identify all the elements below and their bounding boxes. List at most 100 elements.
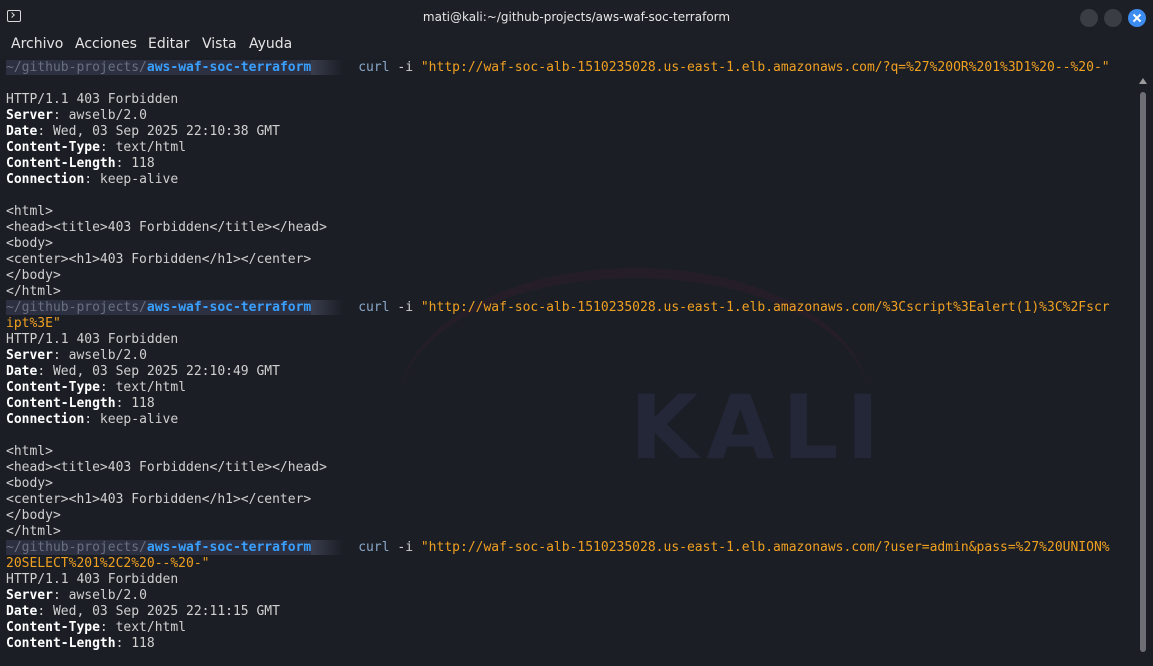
header-value: Wed, 03 Sep 2025 22:10:49 GMT (45, 364, 280, 379)
window-title: mati@kali:~/github-projects/aws-waf-soc-… (422, 10, 731, 24)
response-body-line: </body> (6, 268, 61, 284)
response-header-line: Content-Length: 118 (6, 396, 155, 411)
prompt-path: ~/github-projects/ (6, 540, 147, 555)
header-value: Wed, 03 Sep 2025 22:11:15 GMT (45, 604, 280, 619)
response-header-line: Date: Wed, 03 Sep 2025 22:10:49 GMT (6, 364, 280, 379)
close-button[interactable] (1128, 9, 1146, 27)
header-key: Content-Length (6, 156, 116, 171)
menu-archivo[interactable]: Archivo (11, 36, 63, 52)
status-text: HTTP/1.1 403 Forbidden (6, 92, 179, 107)
body-text: <html> (6, 444, 53, 459)
response-header-line: Content-Length: 118 (6, 156, 155, 171)
response-header-line: Connection: keep-alive (6, 412, 179, 427)
header-key: Content-Type (6, 140, 100, 155)
response-header-line: Date: Wed, 03 Sep 2025 22:11:15 GMT (6, 604, 280, 619)
header-value: 118 (123, 156, 155, 171)
response-header-line: Server: awselb/2.0 (6, 348, 147, 363)
body-text: </body> (6, 268, 61, 283)
header-key: Date (6, 604, 38, 619)
kali-watermark: KALI (630, 376, 888, 479)
menu-bar: Archivo Acciones Editar Vista Ayuda (0, 34, 1153, 58)
response-status-line: HTTP/1.1 403 Forbidden (6, 572, 178, 588)
command-name: curl (358, 300, 390, 315)
response-header-line: Content-Type: text/html (6, 620, 187, 635)
maximize-button[interactable] (1104, 9, 1122, 27)
title-bar: mati@kali:~/github-projects/aws-waf-soc-… (0, 0, 1153, 34)
header-key: Server (6, 348, 53, 363)
response-body-line: <center><h1>403 Forbidden</h1></center> (6, 492, 311, 508)
prompt-separator (311, 300, 343, 315)
header-value: text/html (107, 380, 187, 395)
header-value: 118 (123, 636, 155, 651)
response-body-line: <head><title>403 Forbidden</title></head… (6, 460, 327, 476)
header-key: Content-Type (6, 380, 100, 395)
response-header-line: Content-Type: text/html (6, 140, 187, 155)
response-body-line: </html> (6, 284, 61, 300)
prompt-line: ~/github-projects/aws-waf-soc-terraform … (6, 60, 1110, 76)
command-option: -i (397, 300, 414, 315)
body-text: <center><h1>403 Forbidden</h1></center> (6, 492, 312, 507)
prompt-path: ~/github-projects/ (6, 60, 147, 75)
response-status-line: HTTP/1.1 403 Forbidden (6, 332, 178, 348)
body-text: <head><title>403 Forbidden</title></head… (6, 460, 327, 475)
command-url-wrap: ipt%3E" (6, 316, 61, 331)
menu-acciones[interactable]: Acciones (75, 36, 137, 52)
header-key: Content-Length (6, 636, 116, 651)
command-url-continuation: ipt%3E" (6, 316, 61, 332)
body-text: <head><title>403 Forbidden</title></head… (6, 220, 327, 235)
prompt-path: ~/github-projects/ (6, 300, 147, 315)
header-value: Wed, 03 Sep 2025 22:10:38 GMT (45, 124, 280, 139)
scrollbar[interactable] (1140, 92, 1146, 652)
menu-editar[interactable]: Editar (148, 36, 189, 52)
header-value: awselb/2.0 (60, 348, 147, 363)
response-body-line: </html> (6, 524, 61, 540)
prompt-directory: aws-waf-soc-terraform (146, 60, 312, 75)
header-value: 118 (123, 396, 155, 411)
body-text: </html> (6, 524, 61, 539)
command-url: "http://waf-soc-alb-1510235028.us-east-1… (420, 540, 1110, 555)
prompt-directory: aws-waf-soc-terraform (146, 300, 312, 315)
header-key: Content-Type (6, 620, 100, 635)
scroll-up-arrow[interactable] (1139, 78, 1147, 84)
menu-vista[interactable]: Vista (202, 36, 237, 52)
response-header-line: Content-Length: 118 (6, 636, 155, 651)
response-body-line: <body> (6, 236, 53, 252)
prompt-separator (311, 540, 343, 555)
command-url: "http://waf-soc-alb-1510235028.us-east-1… (420, 300, 1110, 315)
prompt-separator (311, 60, 343, 75)
response-header-line: Server: awselb/2.0 (6, 588, 147, 603)
header-value: keep-alive (92, 172, 179, 187)
command-url: "http://waf-soc-alb-1510235028.us-east-1… (420, 60, 1110, 75)
response-header-line: Server: awselb/2.0 (6, 108, 147, 123)
body-text: </html> (6, 284, 61, 299)
response-status-line: HTTP/1.1 403 Forbidden (6, 92, 178, 108)
response-body-line: <body> (6, 476, 53, 492)
status-text: HTTP/1.1 403 Forbidden (6, 332, 179, 347)
menu-ayuda[interactable]: Ayuda (249, 36, 292, 52)
command-option: -i (397, 60, 414, 75)
command-url-wrap: 20SELECT%201%2C2%20--%20-" (6, 556, 210, 571)
body-text: <html> (6, 204, 53, 219)
body-text: </body> (6, 508, 61, 523)
command-option: -i (397, 540, 414, 555)
body-text: <body> (6, 236, 53, 251)
response-body-line: <html> (6, 444, 53, 460)
header-value: text/html (107, 140, 187, 155)
response-body-line: <html> (6, 204, 53, 220)
status-text: HTTP/1.1 403 Forbidden (6, 572, 179, 587)
terminal-output[interactable]: KALI ~/github-projects/aws-waf-soc-terra… (0, 58, 1140, 666)
response-body-line: </body> (6, 508, 61, 524)
header-key: Server (6, 588, 53, 603)
header-value: keep-alive (92, 412, 179, 427)
minimize-button[interactable] (1080, 9, 1098, 27)
header-value: awselb/2.0 (60, 588, 147, 603)
response-header-line: Content-Type: text/html (6, 380, 187, 395)
response-body-line: <center><h1>403 Forbidden</h1></center> (6, 252, 311, 268)
header-key: Server (6, 108, 53, 123)
header-key: Date (6, 124, 38, 139)
command-name: curl (358, 540, 390, 555)
command-url-continuation: 20SELECT%201%2C2%20--%20-" (6, 556, 210, 572)
header-value: awselb/2.0 (60, 108, 147, 123)
header-key: Connection (6, 172, 85, 187)
response-header-line: Connection: keep-alive (6, 172, 179, 187)
